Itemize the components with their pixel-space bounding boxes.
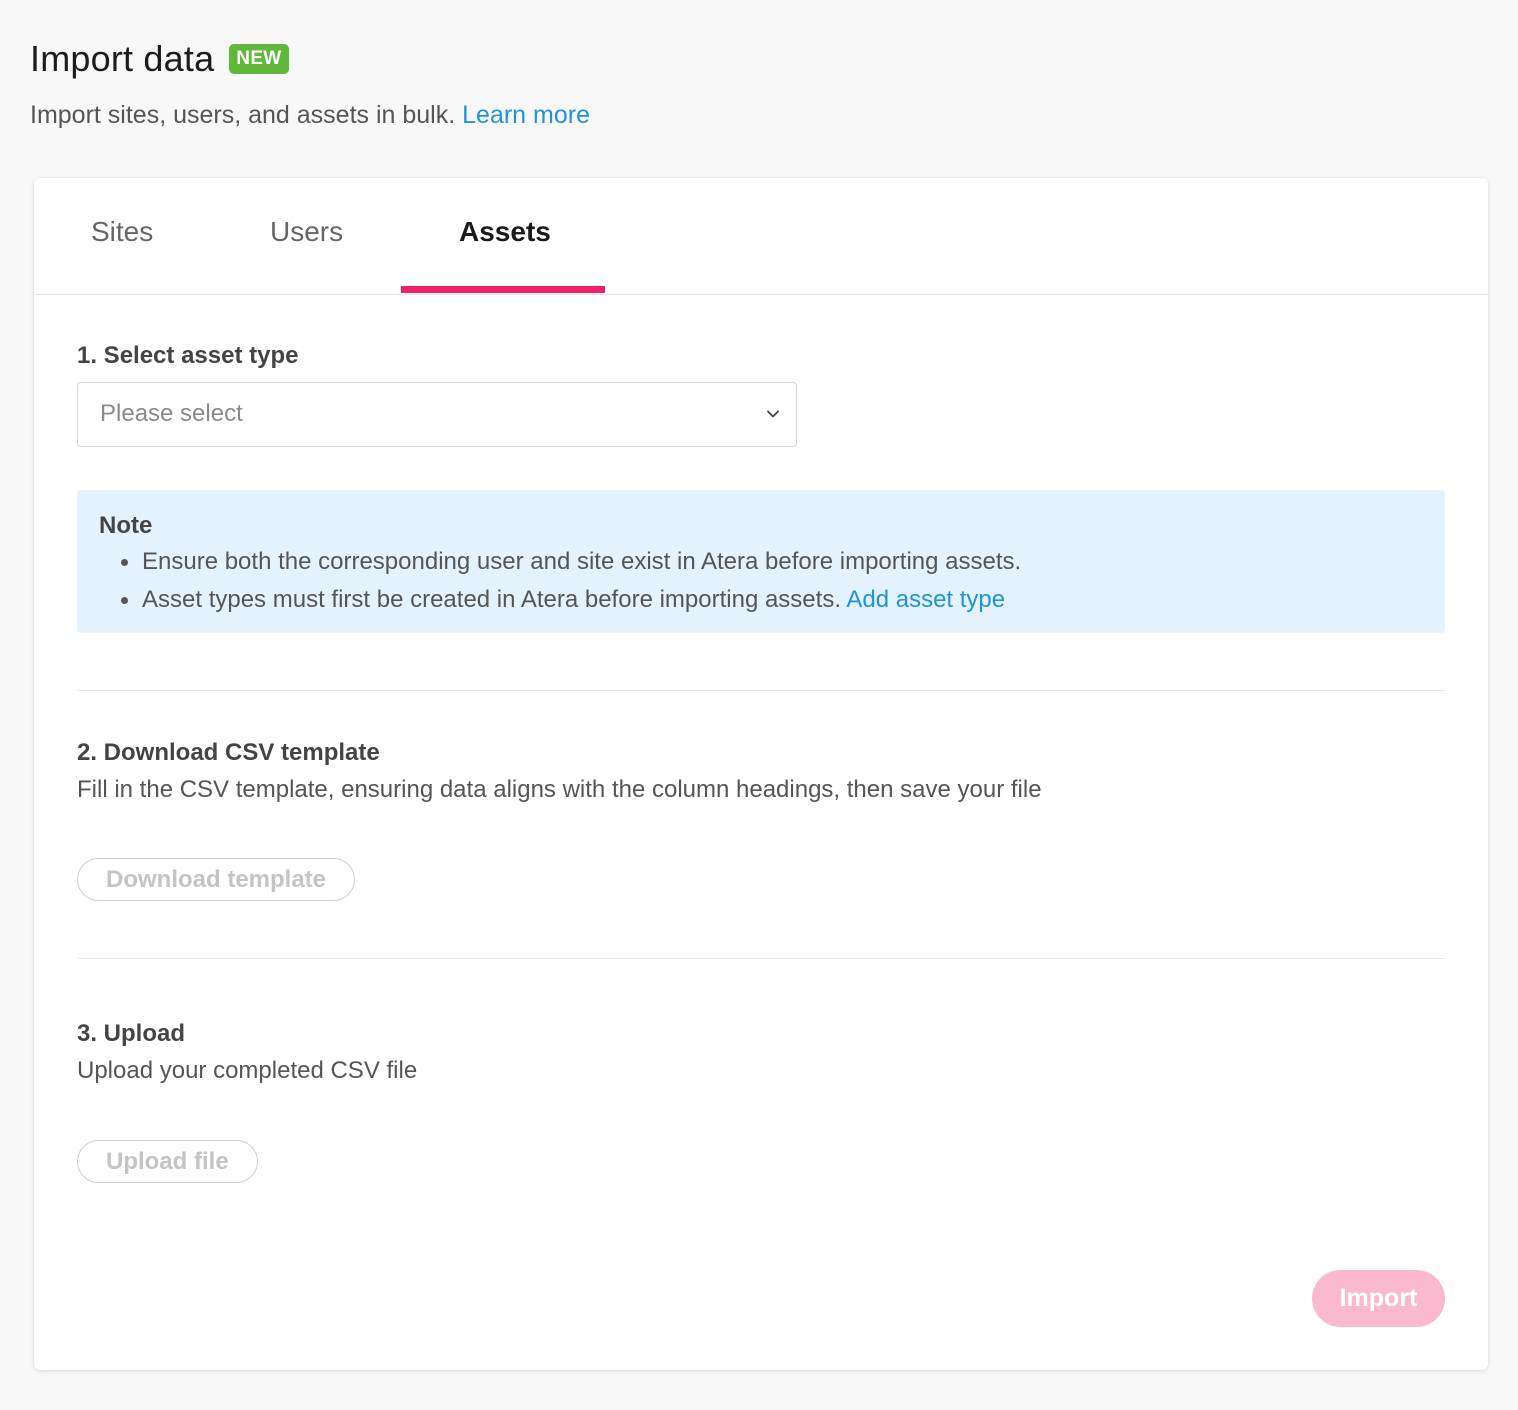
note-item: Ensure both the corresponding user and s…: [120, 548, 1022, 576]
note-box: Note Ensure both the corresponding user …: [77, 490, 1445, 633]
note-item: Asset types must first be created in Ate…: [120, 586, 1005, 614]
download-template-button[interactable]: Download template: [77, 858, 356, 901]
tab-bar: Sites Users Assets: [34, 178, 1488, 295]
note-title: Note: [99, 512, 153, 539]
step3-description: Upload your completed CSV file: [77, 1057, 418, 1084]
asset-type-placeholder: Please select: [100, 400, 243, 427]
import-button[interactable]: Import: [1312, 1270, 1445, 1327]
active-tab-indicator: [401, 286, 605, 293]
upload-file-button[interactable]: Upload file: [77, 1140, 258, 1183]
step3-title: 3. Upload: [77, 1020, 186, 1047]
learn-more-link[interactable]: Learn more: [462, 101, 590, 129]
add-asset-type-link[interactable]: Add asset type: [846, 586, 1005, 613]
subtitle-text: Import sites, users, and assets in bulk.: [30, 101, 456, 129]
asset-type-select[interactable]: Please select: [77, 382, 797, 447]
new-badge: NEW: [229, 44, 289, 74]
tab-sites[interactable]: Sites: [91, 216, 153, 248]
page-header: Import data NEW: [30, 38, 289, 80]
step2-description: Fill in the CSV template, ensuring data …: [77, 776, 1042, 803]
page-subtitle: Import sites, users, and assets in bulk.…: [30, 101, 590, 130]
note-item-text: Ensure both the corresponding user and s…: [142, 548, 1022, 575]
tab-assets[interactable]: Assets: [459, 216, 551, 248]
tab-users[interactable]: Users: [270, 216, 343, 248]
divider: [77, 690, 1445, 691]
step1-title: 1. Select asset type: [77, 342, 299, 369]
chevron-down-icon: [767, 410, 779, 418]
note-item-text: Asset types must first be created in Ate…: [142, 586, 841, 613]
step2-title: 2. Download CSV template: [77, 739, 380, 766]
import-card: Sites Users Assets 1. Select asset type …: [34, 178, 1488, 1370]
page-title: Import data: [30, 38, 215, 79]
divider: [77, 958, 1445, 959]
